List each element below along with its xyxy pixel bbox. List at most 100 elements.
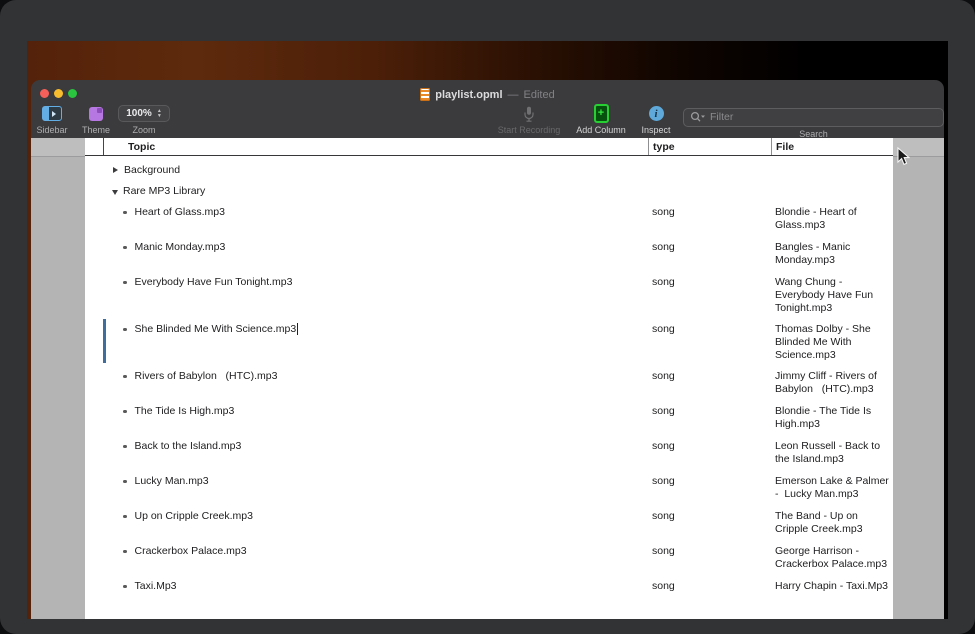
table-row[interactable]: Background xyxy=(85,159,893,180)
row-handle-bullet-icon[interactable] xyxy=(123,480,127,484)
file-cell[interactable]: Wang Chung - Everybody Have Fun Tonight.… xyxy=(771,271,893,318)
type-cell[interactable]: song xyxy=(648,236,771,271)
zoom-window-button[interactable] xyxy=(68,89,77,98)
topic-cell[interactable]: She Blinded Me With Science.mp3 xyxy=(85,318,648,365)
topic-text: Up on Cripple Creek.mp3 xyxy=(135,510,253,522)
table-row[interactable]: Rare MP3 Library xyxy=(85,180,893,201)
row-handle-bullet-icon[interactable] xyxy=(123,585,127,589)
row-handle-bullet-icon[interactable] xyxy=(123,328,127,332)
zoom-label: Zoom xyxy=(132,125,155,135)
table-row[interactable]: Rivers of Babylon (HTC).mp3songJimmy Cli… xyxy=(85,365,893,400)
add-column-button[interactable]: + Add Column xyxy=(571,105,631,135)
topic-cell[interactable]: Back to the Island.mp3 xyxy=(85,435,648,470)
table-row[interactable]: The Tide Is High.mp3 songBlondie - The Ti… xyxy=(85,400,893,435)
table-row[interactable]: She Blinded Me With Science.mp3songThoma… xyxy=(85,318,893,365)
file-cell[interactable]: Jimmy Cliff - Rivers of Babylon (HTC).mp… xyxy=(771,365,893,400)
row-handle-bullet-icon[interactable] xyxy=(123,375,127,379)
file-cell[interactable] xyxy=(771,159,893,180)
file-cell[interactable]: Emerson Lake & Palmer - Lucky Man.mp3 xyxy=(771,470,893,505)
topic-text: The Tide Is High.mp3 xyxy=(135,405,235,417)
row-handle-bullet-icon[interactable] xyxy=(123,211,127,215)
topic-cell[interactable]: Taxi.Mp3 xyxy=(85,575,648,610)
table-row[interactable]: Heart of Glass.mp3 songBlondie - Heart of… xyxy=(85,201,893,236)
zoom-stepper[interactable]: 100% ▲▼ xyxy=(118,105,170,122)
row-handle-bullet-icon[interactable] xyxy=(123,410,127,414)
type-cell[interactable]: song xyxy=(648,201,771,236)
close-window-button[interactable] xyxy=(40,89,49,98)
table-row[interactable]: Everybody Have Fun Tonight.mp3songWang C… xyxy=(85,271,893,318)
left-margin-header xyxy=(31,138,85,157)
topic-cell[interactable]: Everybody Have Fun Tonight.mp3 xyxy=(85,271,648,318)
file-cell[interactable]: The Band - Up on Cripple Creek.mp3 xyxy=(771,505,893,540)
type-cell[interactable] xyxy=(648,159,771,180)
theme-icon xyxy=(89,107,103,121)
desktop-wallpaper: playlist.opml — Edited Sidebar Theme 10 xyxy=(27,41,948,619)
window-title: playlist.opml — Edited xyxy=(31,80,944,101)
table-row[interactable]: Taxi.Mp3 songHarry Chapin - Taxi.Mp3 xyxy=(85,575,893,610)
table-row[interactable]: Manic Monday.mp3 songBangles - Manic Mond… xyxy=(85,236,893,271)
topic-text: Manic Monday.mp3 xyxy=(135,241,226,253)
topic-cell[interactable]: The Tide Is High.mp3 xyxy=(85,400,648,435)
microphone-icon xyxy=(524,105,534,122)
file-cell[interactable]: George Harrison - Crackerbox Palace.mp3 xyxy=(771,540,893,575)
sidebar-icon xyxy=(42,106,62,121)
table-row[interactable]: Crackerbox Palace.mp3songGeorge Harrison… xyxy=(85,540,893,575)
type-cell[interactable]: song xyxy=(648,318,771,365)
type-cell[interactable]: song xyxy=(648,435,771,470)
column-header-topic[interactable]: Topic xyxy=(103,138,648,155)
inspect-button[interactable]: i Inspect xyxy=(631,105,681,135)
topic-cell[interactable]: Rivers of Babylon (HTC).mp3 xyxy=(85,365,648,400)
disclosure-triangle-collapsed-icon[interactable] xyxy=(113,167,118,173)
file-cell[interactable]: Bangles - Manic Monday.mp3 xyxy=(771,236,893,271)
start-recording-label: Start Recording xyxy=(498,125,561,135)
text-insertion-caret xyxy=(297,323,298,335)
topic-cell[interactable]: Heart of Glass.mp3 xyxy=(85,201,648,236)
right-page-margin xyxy=(893,138,944,619)
left-page-margin xyxy=(31,138,85,619)
topic-cell[interactable]: Lucky Man.mp3 xyxy=(85,470,648,505)
column-header-file[interactable]: File xyxy=(771,138,893,155)
stepper-arrows-icon[interactable]: ▲▼ xyxy=(157,109,162,118)
row-handle-bullet-icon[interactable] xyxy=(123,515,127,519)
type-cell[interactable]: song xyxy=(648,365,771,400)
disclosure-triangle-expanded-icon[interactable] xyxy=(112,190,118,195)
sidebar-button[interactable]: Sidebar xyxy=(31,105,73,135)
inspect-label: Inspect xyxy=(641,125,670,135)
topic-cell[interactable]: Crackerbox Palace.mp3 xyxy=(85,540,648,575)
row-handle-bullet-icon[interactable] xyxy=(123,445,127,449)
gutter-header xyxy=(85,138,103,155)
file-cell[interactable]: Harry Chapin - Taxi.Mp3 xyxy=(771,575,893,610)
type-cell[interactable]: song xyxy=(648,540,771,575)
table-row[interactable]: Lucky Man.mp3 songEmerson Lake & Palmer -… xyxy=(85,470,893,505)
type-cell[interactable]: song xyxy=(648,575,771,610)
type-cell[interactable]: song xyxy=(648,400,771,435)
start-recording-button: Start Recording xyxy=(483,105,575,135)
theme-button[interactable]: Theme xyxy=(75,105,117,135)
topic-text: Taxi.Mp3 xyxy=(135,580,177,592)
table-row[interactable]: Up on Cripple Creek.mp3 songThe Band - Up… xyxy=(85,505,893,540)
type-cell[interactable]: song xyxy=(648,505,771,540)
file-cell[interactable]: Thomas Dolby - She Blinded Me With Scien… xyxy=(771,318,893,365)
search-input[interactable] xyxy=(683,108,944,127)
topic-text: Heart of Glass.mp3 xyxy=(135,206,225,218)
topic-cell[interactable]: Manic Monday.mp3 xyxy=(85,236,648,271)
type-cell[interactable]: song xyxy=(648,271,771,318)
column-headers: Topic type File xyxy=(85,138,893,156)
column-header-type[interactable]: type xyxy=(648,138,771,155)
file-cell[interactable]: Blondie - Heart of Glass.mp3 xyxy=(771,201,893,236)
topic-cell[interactable]: Up on Cripple Creek.mp3 xyxy=(85,505,648,540)
row-handle-bullet-icon[interactable] xyxy=(123,281,127,285)
file-cell[interactable]: Blondie - The Tide Is High.mp3 xyxy=(771,400,893,435)
topic-text: Lucky Man.mp3 xyxy=(135,475,209,487)
row-handle-bullet-icon[interactable] xyxy=(123,550,127,554)
topic-cell[interactable]: Rare MP3 Library xyxy=(85,180,648,201)
file-cell[interactable]: Leon Russell - Back to the Island.mp3 xyxy=(771,435,893,470)
type-cell[interactable] xyxy=(648,180,771,201)
minimize-window-button[interactable] xyxy=(54,89,63,98)
topic-cell[interactable]: Background xyxy=(85,159,648,180)
file-cell[interactable] xyxy=(771,180,893,201)
type-cell[interactable]: song xyxy=(648,470,771,505)
zoom-control[interactable]: 100% ▲▼ Zoom xyxy=(115,105,173,135)
table-row[interactable]: Back to the Island.mp3songLeon Russell -… xyxy=(85,435,893,470)
row-handle-bullet-icon[interactable] xyxy=(123,246,127,250)
